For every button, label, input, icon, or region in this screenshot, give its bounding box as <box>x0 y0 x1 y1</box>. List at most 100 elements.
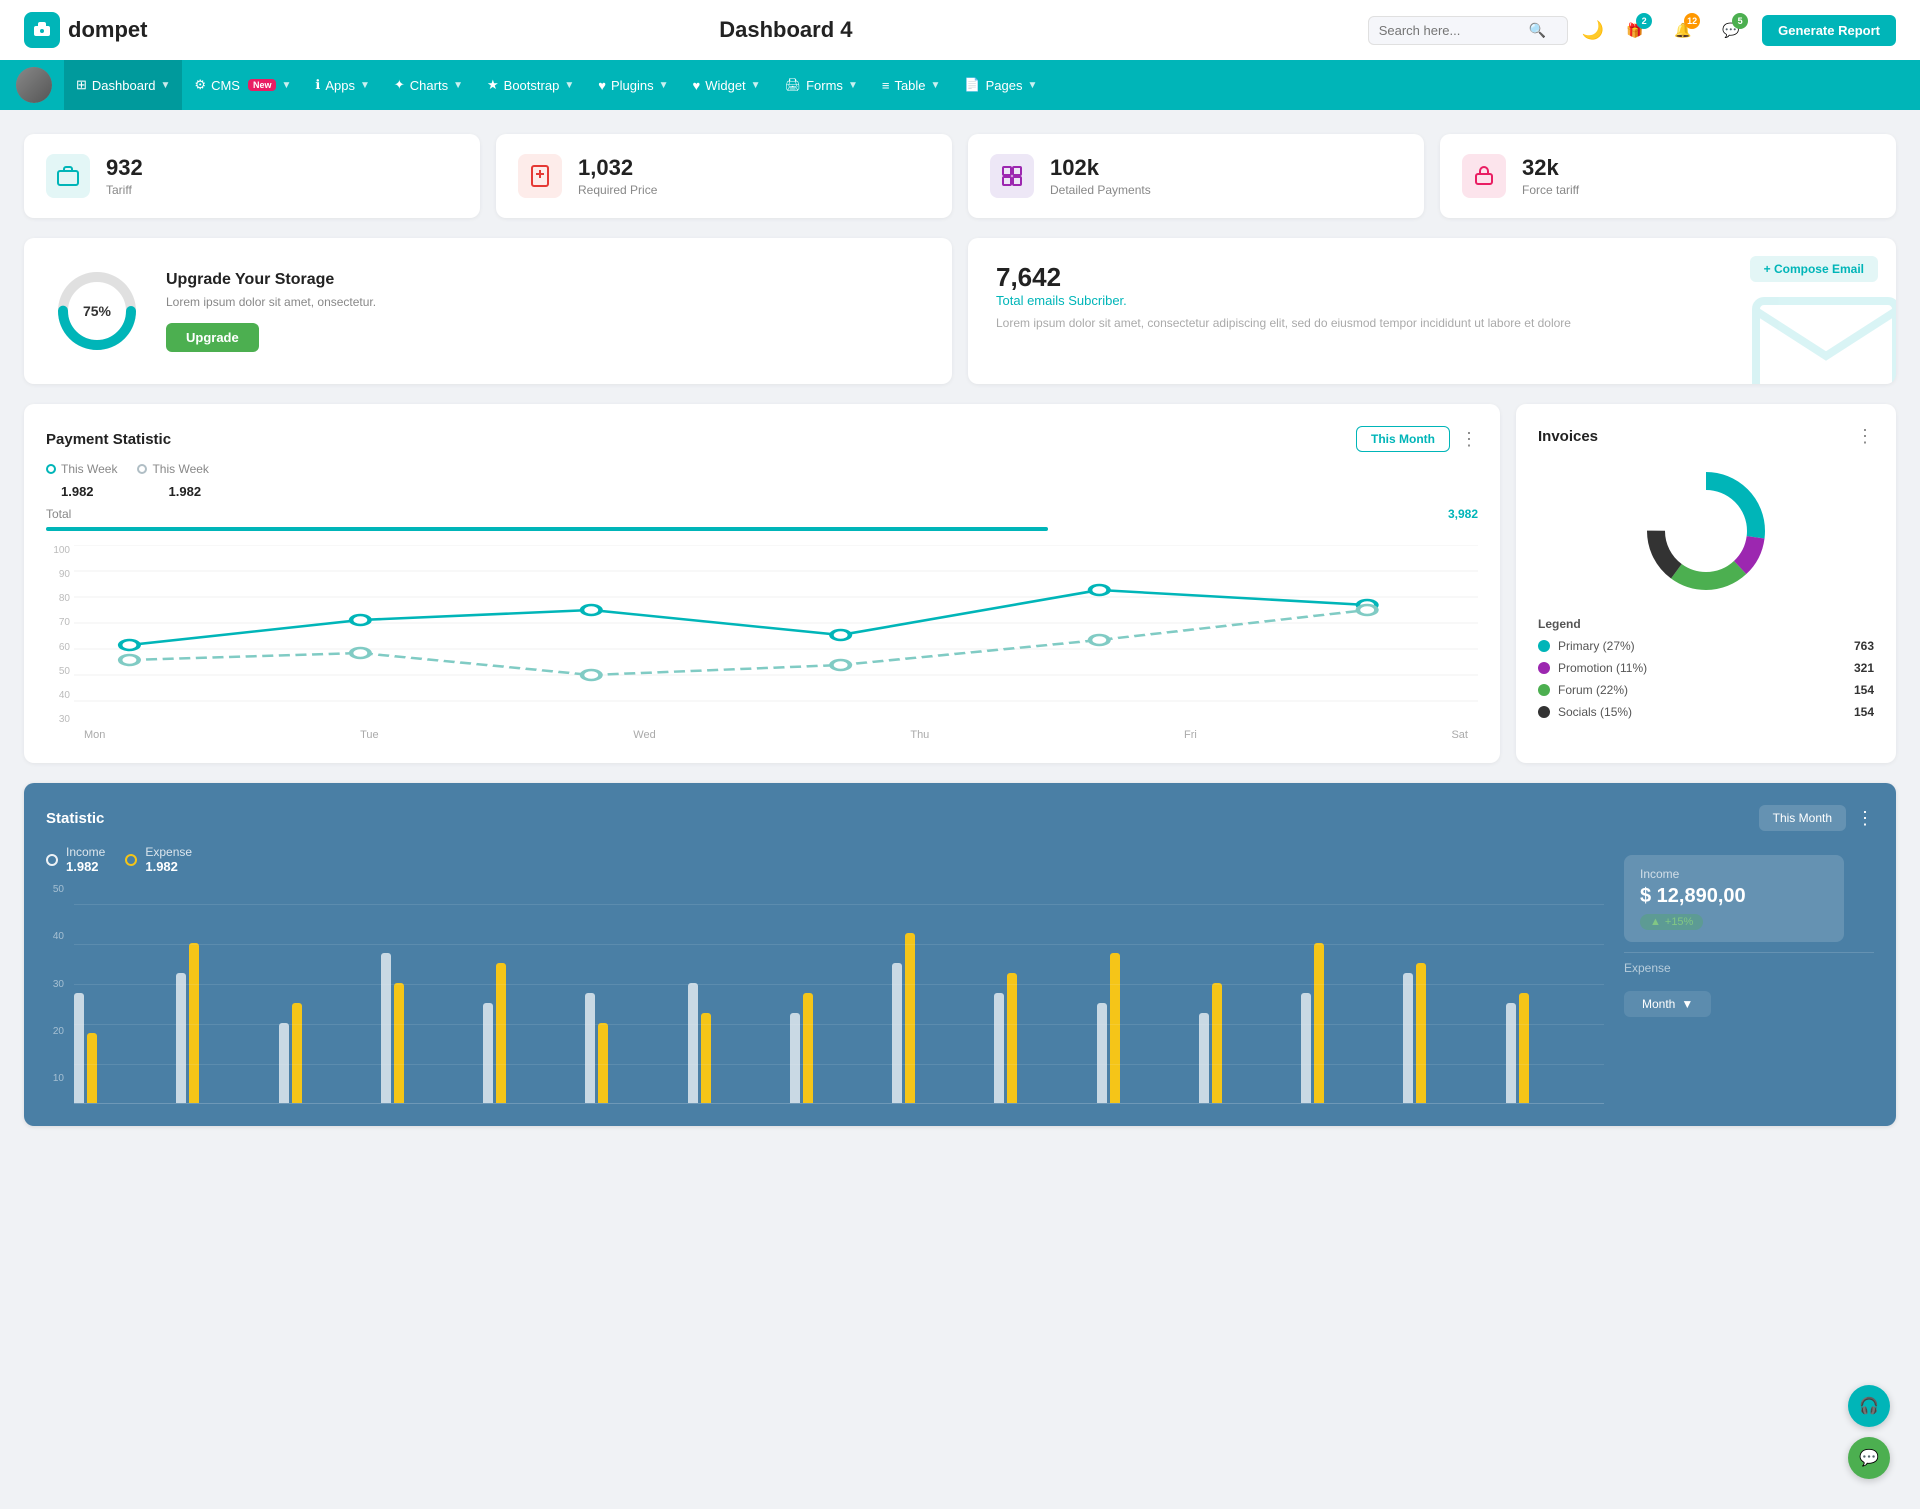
bar-group-5 <box>483 963 581 1103</box>
bar-white <box>279 1023 289 1103</box>
expense-dot <box>125 854 137 866</box>
bar-white <box>1506 1003 1516 1103</box>
sidebar-item-forms[interactable]: 🖨 Forms ▼ <box>773 60 870 110</box>
email-count: 7,642 <box>996 262 1868 293</box>
primary-color-dot <box>1538 640 1550 652</box>
bar-white <box>1403 973 1413 1103</box>
detailed-payments-label: Detailed Payments <box>1050 183 1151 197</box>
this-month-statistic-filter[interactable]: This Month <box>1759 805 1846 831</box>
month-selector: Month ▼ <box>1624 991 1874 1017</box>
required-price-value: 1,032 <box>578 155 657 181</box>
bar-white <box>483 1003 493 1103</box>
sidebar-item-apps[interactable]: ℹ Apps ▼ <box>303 60 382 110</box>
logo-icon <box>24 12 60 48</box>
sidebar-item-charts[interactable]: ✦ Charts ▼ <box>382 60 475 110</box>
sidebar-item-bootstrap[interactable]: ★ Bootstrap ▼ <box>475 60 586 110</box>
forum-color-dot <box>1538 684 1550 696</box>
detailed-payments-icon <box>990 154 1034 198</box>
chat-btn[interactable]: 💬 5 <box>1714 13 1748 47</box>
this-month-filter[interactable]: This Month <box>1356 426 1450 452</box>
filter-group: This Month ⋮ <box>1356 426 1478 452</box>
logo-area: dompet <box>24 12 204 48</box>
tariff-info: 932 Tariff <box>106 155 143 197</box>
bar-yellow <box>701 1013 711 1103</box>
bar-group-9 <box>892 933 990 1103</box>
forms-icon: 🖨 <box>785 77 802 93</box>
legend-primary: Primary (27%) 763 <box>1538 639 1874 653</box>
bar-yellow <box>1314 943 1324 1103</box>
total-value: 3,982 <box>1448 507 1478 521</box>
dashboard-arrow: ▼ <box>161 80 171 91</box>
upgrade-card: 75% Upgrade Your Storage Lorem ipsum dol… <box>24 238 952 384</box>
support-fab[interactable]: 🎧 <box>1848 1385 1890 1427</box>
compose-email-button[interactable]: + Compose Email <box>1750 256 1878 282</box>
x-axis-labels: MonTueWedThuFriSat <box>74 729 1478 741</box>
income-box-label: Income <box>1640 867 1828 881</box>
invoices-header: Invoices ⋮ <box>1538 426 1874 447</box>
email-description: Lorem ipsum dolor sit amet, consectetur … <box>996 316 1868 330</box>
sidebar-item-widget[interactable]: ♥ Widget ▼ <box>680 60 772 110</box>
bar-yellow <box>803 993 813 1103</box>
widget-icon: ♥ <box>692 78 700 93</box>
storage-percent: 75% <box>83 303 111 319</box>
bar-yellow <box>1212 983 1222 1103</box>
promotion-color-dot <box>1538 662 1550 674</box>
upgrade-description: Lorem ipsum dolor sit amet, onsectetur. <box>166 295 924 309</box>
bars-inner <box>74 904 1604 1104</box>
dashboard-icon: ⊞ <box>76 77 87 93</box>
bell-badge: 12 <box>1684 13 1700 29</box>
invoices-legend: Primary (27%) 763 Promotion (11%) 321 Fo… <box>1538 639 1874 719</box>
sidebar-item-cms[interactable]: ⚙ CMS New ▼ <box>182 60 303 110</box>
legend-week1: This Week <box>46 462 117 476</box>
bar-white <box>994 993 1004 1103</box>
statistic-title: Statistic <box>46 810 104 827</box>
upgrade-info: Upgrade Your Storage Lorem ipsum dolor s… <box>166 271 924 352</box>
bar-group-6 <box>585 993 683 1103</box>
bar-yellow <box>496 963 506 1103</box>
upgrade-button[interactable]: Upgrade <box>166 323 259 352</box>
expense-value: 1.982 <box>145 859 192 874</box>
bars-container: 5040302010 <box>46 884 1604 1104</box>
gift-btn[interactable]: 🎁 2 <box>1618 13 1652 47</box>
invoices-donut-chart <box>1538 461 1874 601</box>
search-bar[interactable]: 🔍 <box>1368 16 1568 45</box>
income-box: Income $ 12,890,00 ▲ +15% <box>1624 855 1844 942</box>
bar-group-3 <box>279 1003 377 1103</box>
income-badge: ▲ +15% <box>1640 914 1703 930</box>
storage-donut: 75% <box>52 266 142 356</box>
payment-header: Payment Statistic This Month ⋮ <box>46 426 1478 452</box>
chat-badge: 5 <box>1732 13 1748 29</box>
sidebar-item-plugins[interactable]: ♥ Plugins ▼ <box>586 60 680 110</box>
bell-btn[interactable]: 🔔 12 <box>1666 13 1700 47</box>
invoices-more-btn[interactable]: ⋮ <box>1856 426 1874 447</box>
email-bg-icon <box>1746 281 1896 384</box>
chat-fab[interactable]: 💬 <box>1848 1437 1890 1479</box>
chevron-down-icon: ▼ <box>1681 997 1693 1011</box>
sidebar-item-dashboard[interactable]: ⊞ Dashboard ▼ <box>64 60 182 110</box>
bar-white <box>892 963 902 1103</box>
statistic-card: Statistic This Month ⋮ Income 1.982 <box>24 783 1896 1126</box>
payment-more-btn[interactable]: ⋮ <box>1460 429 1478 450</box>
apps-arrow: ▼ <box>360 80 370 91</box>
fab-area: 🎧 💬 <box>1848 1385 1890 1479</box>
bar-white <box>585 993 595 1103</box>
generate-report-button[interactable]: Generate Report <box>1762 15 1896 46</box>
statistic-more-btn[interactable]: ⋮ <box>1856 808 1874 829</box>
bar-chart-area: Income 1.982 Expense 1.982 <box>46 845 1604 1104</box>
sidebar-item-pages[interactable]: 📄 Pages ▼ <box>952 60 1049 110</box>
month-dropdown-btn[interactable]: Month ▼ <box>1624 991 1711 1017</box>
search-icon: 🔍 <box>1529 22 1546 39</box>
bar-group-2 <box>176 943 274 1103</box>
force-tariff-label: Force tariff <box>1522 183 1579 197</box>
stat-card-tariff: 932 Tariff <box>24 134 480 218</box>
table-icon: ≡ <box>882 78 890 93</box>
sidebar-item-table[interactable]: ≡ Table ▼ <box>870 60 953 110</box>
bar-group-10 <box>994 973 1092 1103</box>
bar-group-8 <box>790 993 888 1103</box>
moon-icon[interactable]: 🌙 <box>1582 20 1604 41</box>
charts-icon: ✦ <box>394 77 405 93</box>
search-input[interactable] <box>1379 23 1529 38</box>
legend-week2: This Week <box>137 462 208 476</box>
income-expense-panel: Income $ 12,890,00 ▲ +15% Expense Month … <box>1624 845 1874 1017</box>
week2-value: 1.982 <box>169 484 202 499</box>
